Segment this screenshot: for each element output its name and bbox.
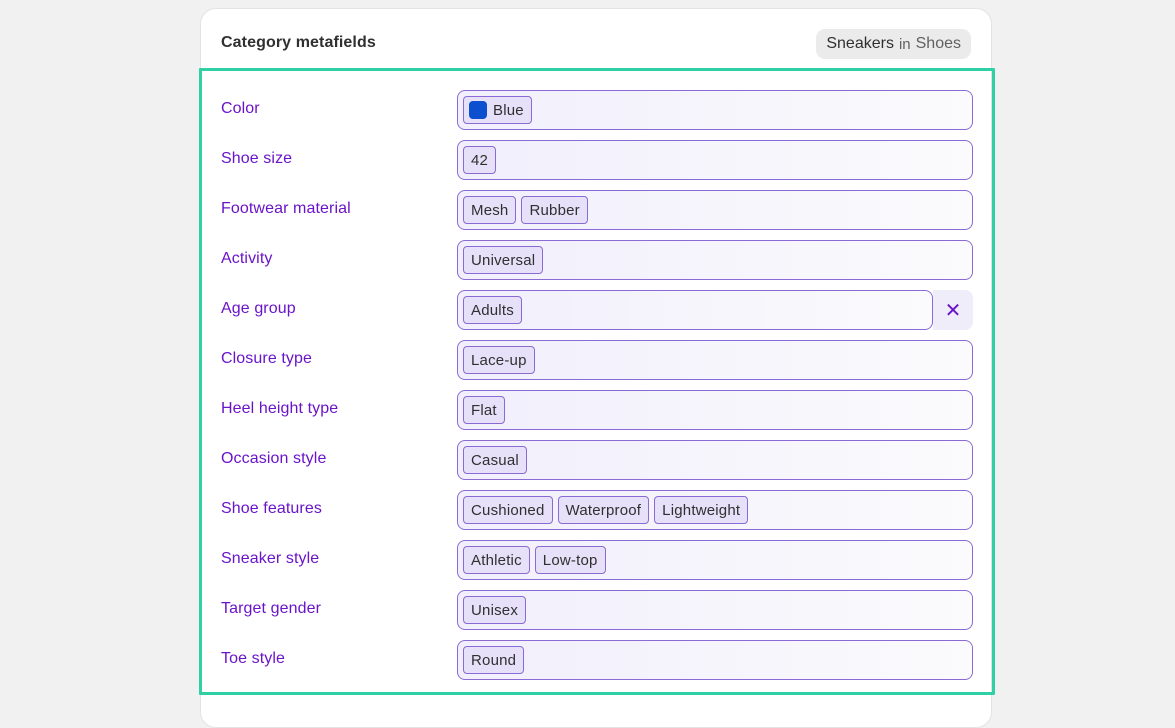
metafield-label: Age group [221,300,296,317]
metafield-label: Closure type [221,350,313,367]
chip-label: Blue [493,101,524,119]
value-chip[interactable]: Low-top [534,546,606,574]
value-chip[interactable]: Rubber [521,196,588,224]
value-chip[interactable]: Blue [463,96,532,124]
color-swatch-icon [469,101,487,119]
value-chip[interactable]: Flat [463,396,505,424]
metafield-row-closure-type: Closure type Lace-up [202,340,992,380]
metafield-input-footwear-material[interactable]: Mesh Rubber [457,190,973,230]
clear-button[interactable]: ✕ [933,290,973,330]
metafield-label: Color [221,100,260,117]
metafield-row-shoe-features: Shoe features Cushioned Waterproof Light… [202,490,992,530]
metafield-label: Shoe size [221,150,293,167]
metafield-input-heel-height-type[interactable]: Flat [457,390,973,430]
value-chip[interactable]: Waterproof [557,496,650,524]
metafield-input-shoe-features[interactable]: Cushioned Waterproof Lightweight [457,490,973,530]
card-title: Category metafields [221,34,376,51]
metafield-input-closure-type[interactable]: Lace-up [457,340,973,380]
value-chip[interactable]: Casual [463,446,527,474]
category-separator: in [898,35,911,53]
metafield-row-target-gender: Target gender Unisex [202,590,992,630]
value-chip[interactable]: Universal [463,246,544,274]
metafield-label: Target gender [221,600,322,617]
metafield-row-occasion-style: Occasion style Casual [202,440,992,480]
value-chip[interactable]: Mesh [463,196,517,224]
value-chip[interactable]: Cushioned [463,496,553,524]
metafield-label: Shoe features [221,500,322,517]
metafield-input-shoe-size[interactable]: 42 [457,140,973,180]
metafield-label: Occasion style [221,450,327,467]
category-metafields-card: Category metafields Sneakers in Shoes Co… [199,8,995,728]
category-parent: Shoes [915,35,961,52]
metafield-row-age-group: Age group Adults ✕ [202,290,992,330]
value-chip[interactable]: Lace-up [463,346,535,374]
metafield-row-color: Color Blue [202,90,992,130]
metafield-input-occasion-style[interactable]: Casual [457,440,973,480]
metafield-row-toe-style: Toe style Round [202,640,992,680]
metafield-row-shoe-size: Shoe size 42 [202,140,992,180]
metafield-input-activity[interactable]: Universal [457,240,973,280]
metafield-label: Activity [221,250,273,267]
value-chip[interactable]: Lightweight [654,496,749,524]
card-header: Category metafields Sneakers in Shoes [201,9,991,69]
metafield-label: Footwear material [221,200,351,217]
close-icon: ✕ [944,299,962,322]
value-chip[interactable]: Round [463,646,525,674]
value-chip[interactable]: 42 [463,146,497,174]
value-chip[interactable]: Athletic [463,546,530,574]
value-chip[interactable]: Unisex [463,596,527,624]
metafield-input-toe-style[interactable]: Round [457,640,973,680]
metafield-row-sneaker-style: Sneaker style Athletic Low-top [202,540,992,580]
metafields-list: Color Blue Shoe size 42 Footwear materia… [199,68,995,695]
metafield-row-footwear-material: Footwear material Mesh Rubber [202,190,992,230]
metafield-label: Sneaker style [221,550,320,567]
category-name: Sneakers [826,35,894,52]
metafield-row-heel-height-type: Heel height type Flat [202,390,992,430]
metafield-row-activity: Activity Universal [202,240,992,280]
metafield-input-target-gender[interactable]: Unisex [457,590,973,630]
metafield-label: Toe style [221,650,286,667]
value-chip[interactable]: Adults [463,296,522,324]
metafield-label: Heel height type [221,400,339,417]
metafield-input-age-group[interactable]: Adults [457,290,933,330]
category-badge: Sneakers in Shoes [816,29,971,59]
metafield-input-sneaker-style[interactable]: Athletic Low-top [457,540,973,580]
metafield-input-color[interactable]: Blue [457,90,973,130]
